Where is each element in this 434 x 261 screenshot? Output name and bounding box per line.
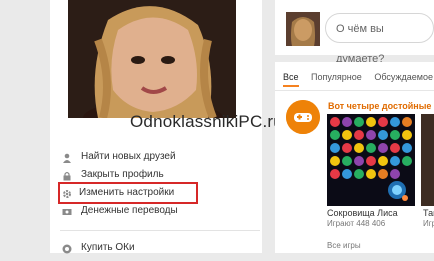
tab-discussed[interactable]: Обсуждаемое [374, 72, 433, 82]
menu-change-settings[interactable]: Изменить настройки [58, 182, 198, 204]
person-icon [62, 152, 72, 163]
game-thumbnail-2[interactable] [421, 114, 434, 206]
menu-item-label: Купить ОКи [81, 242, 135, 253]
tabs-divider [275, 90, 434, 91]
ok-coin-icon [62, 243, 72, 254]
watermark-text: OdnoklassnikiPC.ru [130, 112, 283, 131]
gear-icon [62, 188, 72, 198]
game-post-title[interactable]: Вот четыре достойные игр [328, 101, 434, 111]
money-icon [62, 206, 72, 216]
user-thumbnail[interactable] [286, 12, 320, 46]
gamepad-icon[interactable] [286, 100, 320, 134]
menu-item-label: Найти новых друзей [81, 151, 176, 162]
tab-popular[interactable]: Популярное [311, 72, 362, 82]
all-games-link[interactable]: Все игры [327, 241, 361, 250]
menu-buy-ok[interactable]: Купить ОКи [60, 239, 260, 257]
tab-all[interactable]: Все [283, 72, 299, 87]
game-players-count-2: Игра [423, 219, 434, 228]
menu-divider [60, 230, 260, 231]
profile-menu: Найти новых друзей Закрыть профиль Измен… [58, 148, 260, 257]
profile-photo[interactable] [68, 0, 236, 118]
menu-find-friends[interactable]: Найти новых друзей [60, 148, 260, 166]
lock-icon [62, 170, 72, 181]
game-players-count: Играют 448 406 [327, 219, 386, 228]
menu-close-profile[interactable]: Закрыть профиль [60, 166, 260, 184]
game-thumbnail[interactable] [327, 114, 415, 206]
menu-item-label: Денежные переводы [81, 205, 178, 216]
status-input[interactable]: О чём вы думаете? [325, 13, 434, 65]
game-name-2[interactable]: Тацо [423, 208, 434, 218]
menu-item-label: Закрыть профиль [81, 169, 164, 180]
menu-item-label: Изменить настройки [79, 187, 175, 198]
game-name[interactable]: Сокровища Лиса [327, 208, 398, 218]
feed-tabs: Все Популярное Обсуждаемое Н [283, 72, 434, 87]
menu-money-transfers[interactable]: Денежные переводы [60, 202, 260, 220]
